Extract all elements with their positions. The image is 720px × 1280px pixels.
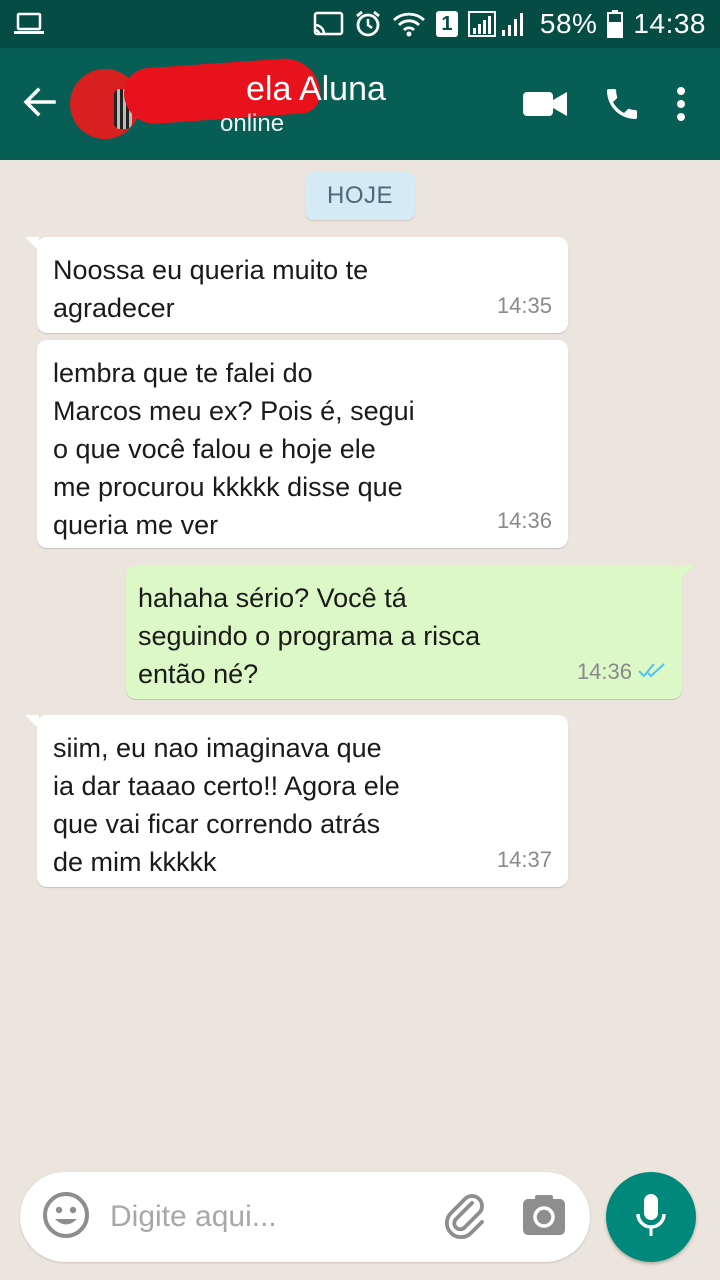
cast-icon [312,11,344,37]
chat-area[interactable]: HOJE Noossa eu queria muito te agradecer… [0,160,720,1170]
message-time: 14:35 [496,293,552,318]
back-arrow-icon [22,87,56,122]
read-ticks-icon [638,653,666,691]
emoji-button[interactable] [38,1189,94,1245]
message-time: 14:37 [496,847,552,872]
clock: 14:38 [633,8,706,39]
laptop-icon [14,12,44,36]
sim-badge: 1 [435,11,458,37]
mic-button[interactable] [606,1172,696,1262]
status-bar: 1 58% 14:38 [0,0,720,48]
wifi-icon [392,11,426,37]
message-bubble[interactable]: Noossa eu queria muito te agradecer 14:3… [25,237,568,333]
bubble-tail [25,715,39,729]
emoji-icon [41,1190,91,1245]
message-bubble[interactable]: hahaha sério? Você tá seguindo o program… [126,565,694,699]
more-vert-icon[interactable] [676,86,686,122]
bubble-tail [25,237,39,251]
message-input[interactable] [110,1200,410,1234]
camera-button[interactable] [516,1189,572,1245]
back-button[interactable] [14,69,64,139]
message-composer [20,1172,590,1262]
message-text: lembra que te falei do Marcos meu ex? Po… [53,358,415,540]
message-bubble[interactable]: lembra que te falei do Marcos meu ex? Po… [37,340,568,548]
contact-name: ela Aluna [246,70,386,108]
chat-header: ela Aluna online [0,48,720,160]
contact-status: online [220,110,285,137]
mic-icon [634,1192,668,1243]
battery-percent: 58% [539,8,598,39]
message-text: Noossa eu queria muito te agradecer [53,255,369,323]
message-text: siim, eu nao imaginava que ia dar taaao … [53,733,400,877]
message-bubble[interactable]: siim, eu nao imaginava que ia dar taaao … [25,715,568,887]
bubble-tail [680,565,694,579]
signal-icon [467,10,530,38]
attach-button[interactable] [438,1189,494,1245]
contact-info[interactable]: ela Aluna online [122,56,386,139]
video-call-icon[interactable] [522,89,568,119]
camera-icon [521,1193,567,1242]
battery-icon [607,10,624,38]
message-time: 14:36 [576,659,632,684]
date-chip: HOJE [305,172,415,220]
alarm-icon [354,10,382,38]
attach-icon [442,1191,490,1244]
phone-icon[interactable] [602,84,642,124]
message-time: 14:36 [496,508,552,533]
